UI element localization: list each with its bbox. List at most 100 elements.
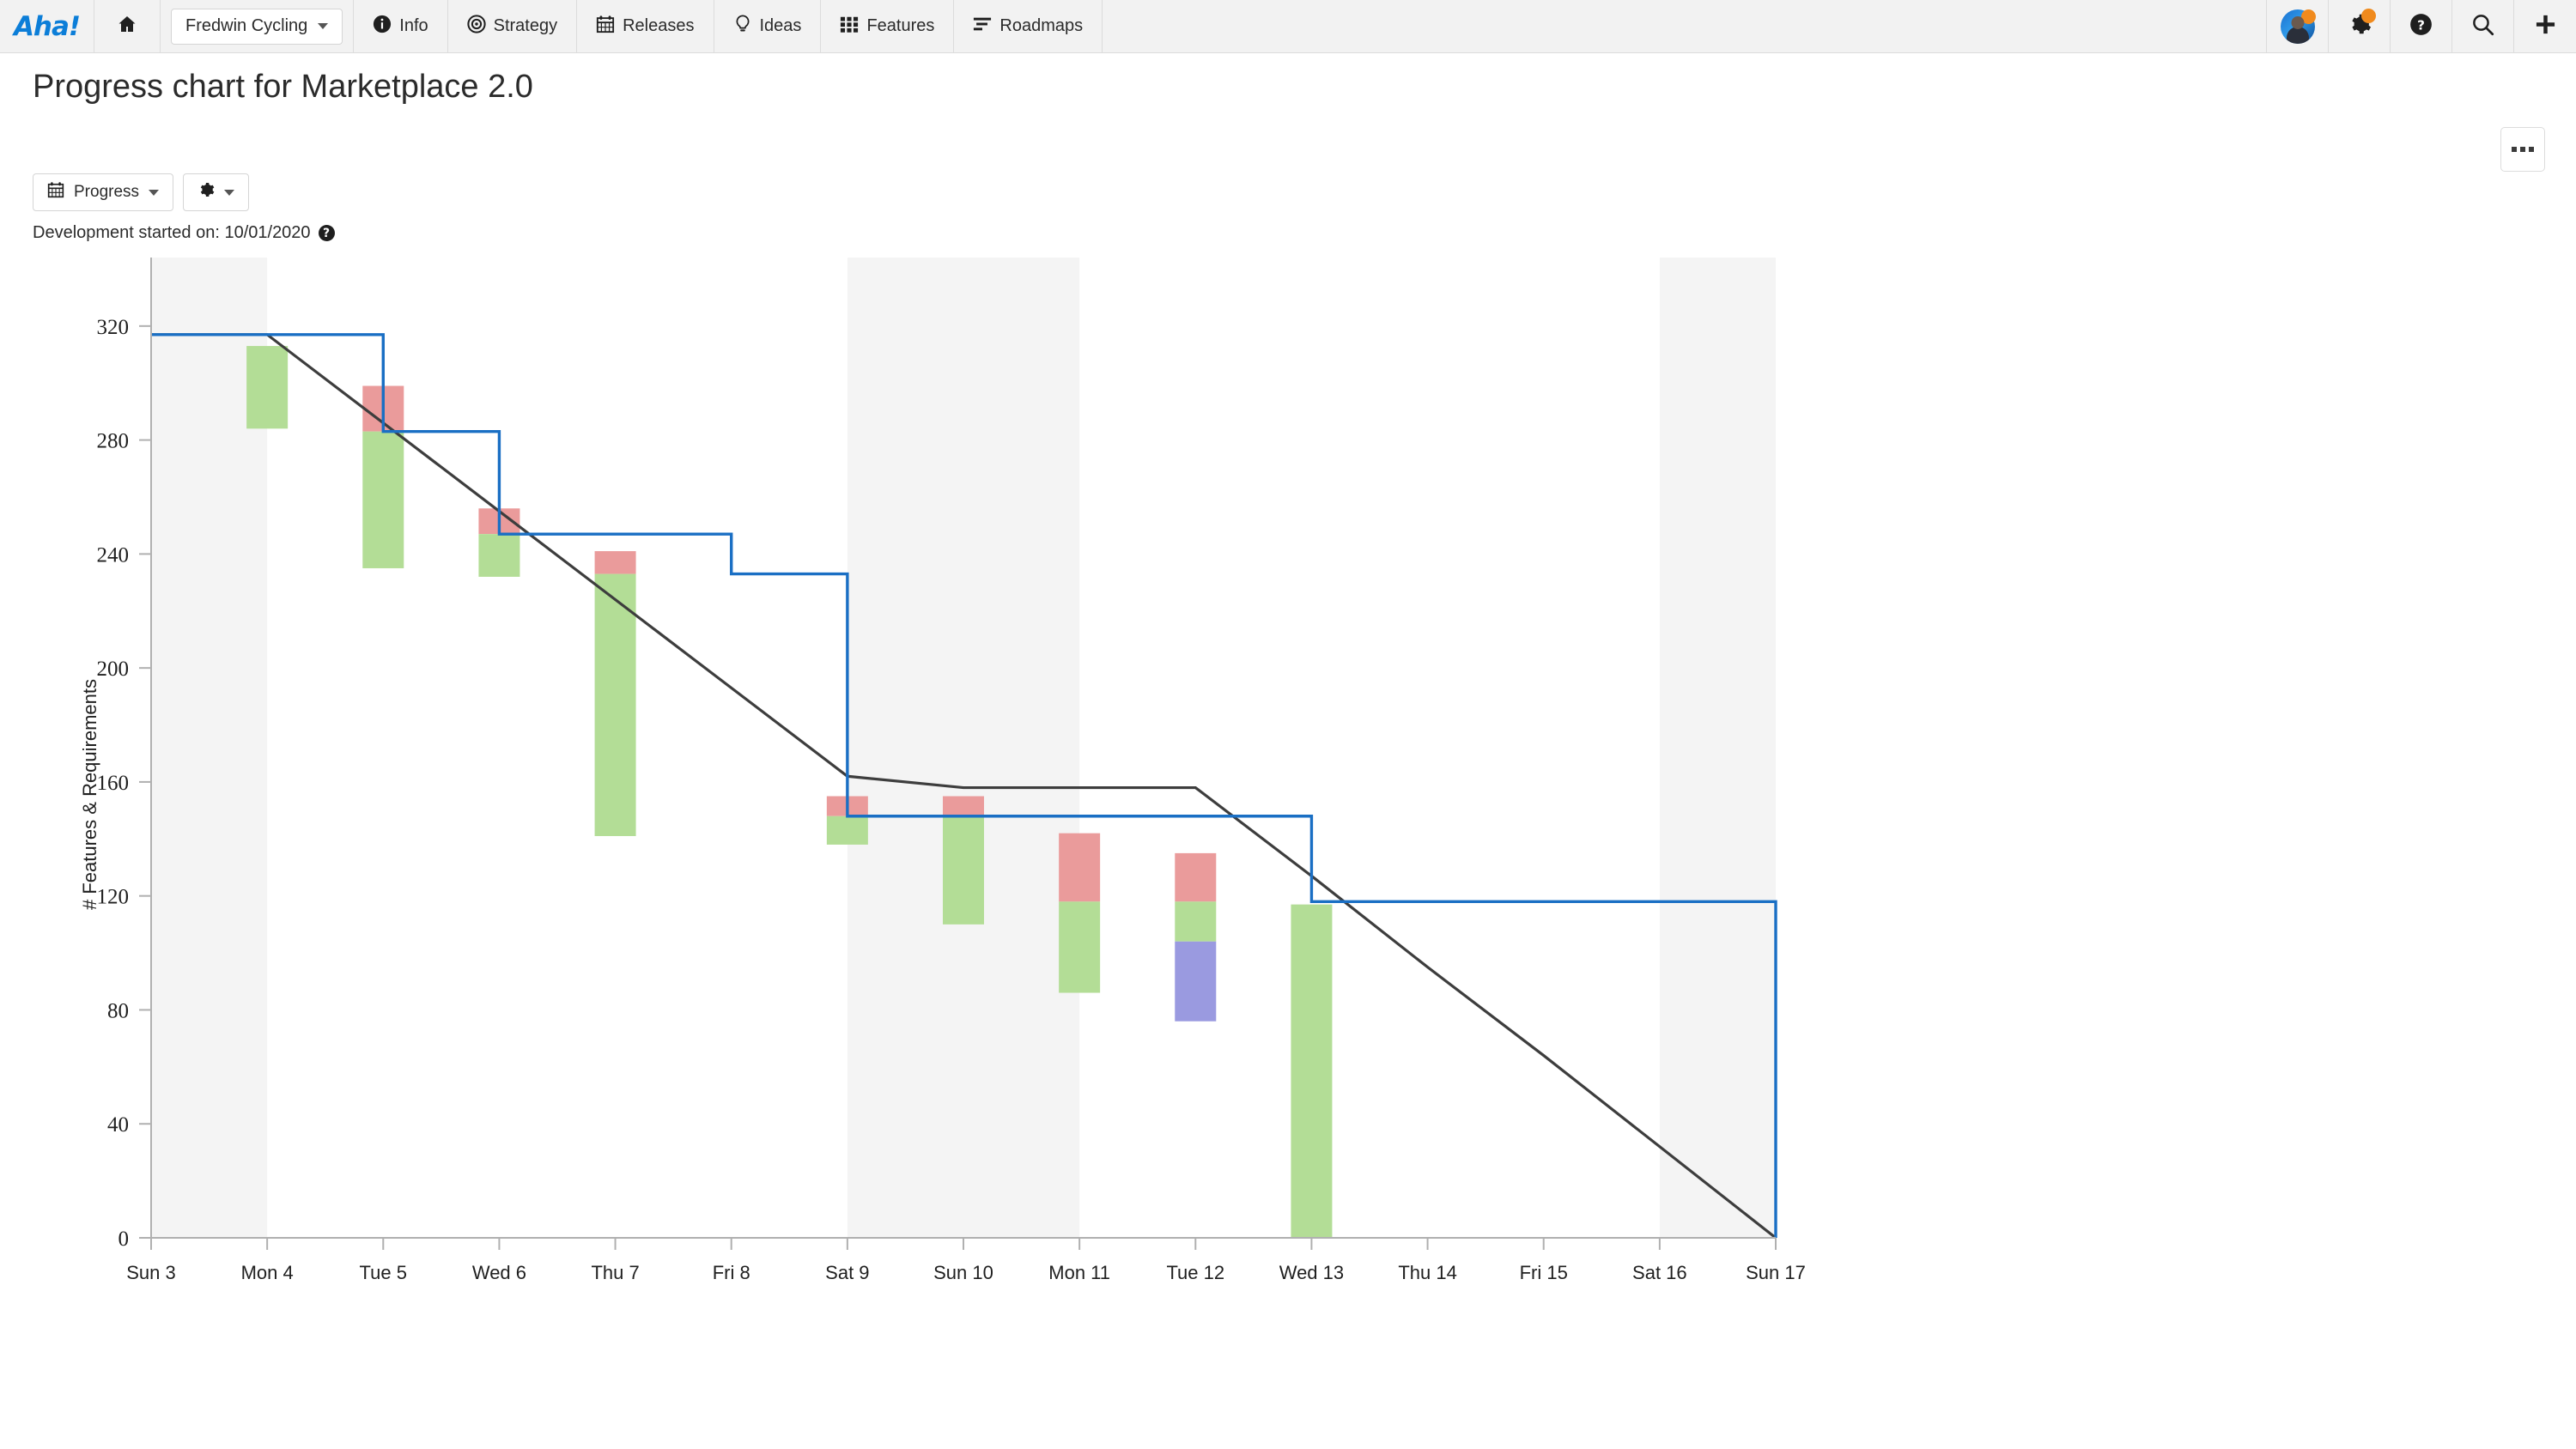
chart-bar-red[interactable] xyxy=(1175,852,1217,902)
x-axis-tick-label: Thu 7 xyxy=(591,1262,639,1283)
chart-bar-green[interactable] xyxy=(1059,901,1101,993)
more-actions-button[interactable] xyxy=(2500,127,2545,172)
x-axis-tick-label: Wed 13 xyxy=(1279,1262,1344,1283)
more-dot xyxy=(2512,147,2517,152)
x-axis-tick-label: Sat 16 xyxy=(1632,1262,1687,1283)
add-button[interactable] xyxy=(2514,0,2576,52)
nav-item-features[interactable]: Features xyxy=(821,0,955,52)
nav-item-info[interactable]: Info xyxy=(354,0,448,52)
x-axis-tick-label: Sun 10 xyxy=(933,1262,993,1283)
top-navigation-bar: Aha! Fredwin Cycling Info Strategy Relea… xyxy=(0,0,2576,53)
chart-bar-red[interactable] xyxy=(943,796,984,816)
chart-bar-red[interactable] xyxy=(594,551,636,574)
y-axis-tick-label: 0 xyxy=(118,1228,130,1251)
nav-spacer xyxy=(1103,0,2267,52)
project-selector-label: Fredwin Cycling xyxy=(185,16,308,35)
search-button[interactable] xyxy=(2452,0,2514,52)
more-dot xyxy=(2520,147,2525,152)
help-circle-icon[interactable]: ? xyxy=(318,225,335,241)
weekend-band xyxy=(847,258,1080,1238)
y-axis-tick-label: 120 xyxy=(97,886,130,909)
chevron-down-icon xyxy=(318,23,329,29)
aha-logo-text: Aha! xyxy=(13,10,81,42)
chart-bar-green[interactable] xyxy=(1175,901,1217,942)
roadmap-lines-icon xyxy=(973,15,992,39)
x-axis-tick-label: Sat 9 xyxy=(825,1262,869,1283)
lightbulb-icon xyxy=(733,15,752,39)
aha-logo[interactable]: Aha! xyxy=(0,0,94,52)
chart-bar-green[interactable] xyxy=(594,573,636,836)
x-axis-tick-label: Mon 4 xyxy=(241,1262,294,1283)
chart-bars-layer xyxy=(246,346,1333,1238)
nav-item-strategy[interactable]: Strategy xyxy=(448,0,578,52)
x-axis-tick-label: Tue 5 xyxy=(360,1262,407,1283)
search-icon xyxy=(2471,13,2494,40)
y-axis-tick-label: 80 xyxy=(107,999,129,1022)
chart-bar-green[interactable] xyxy=(1291,904,1333,1238)
chart-bar-green[interactable] xyxy=(246,346,289,429)
x-axis-tick-label: Sun 3 xyxy=(126,1262,176,1283)
y-axis-title: # Features & Requirements xyxy=(79,679,100,910)
x-axis-tick-labels: Sun 3 Mon 4 Tue 5 Wed 6 Thu 7 Fri 8 Sat 9 Sun 1… xyxy=(126,1262,1806,1283)
page-header: Progress chart for Marketplace 2.0 Progr… xyxy=(0,53,2576,211)
chart-toolbar: Progress xyxy=(33,173,250,211)
nav-item-roadmaps[interactable]: Roadmaps xyxy=(954,0,1103,52)
weekend-band xyxy=(1659,258,1776,1238)
y-axis-tick-label: 40 xyxy=(107,1113,129,1137)
progress-chart: 0 40 80 120 160 200 240 280 320 Sun 3 Mon 4 Tue 5 W… xyxy=(0,258,2576,1331)
calendar-icon xyxy=(596,15,615,39)
project-selector-pill[interactable]: Fredwin Cycling xyxy=(171,8,343,45)
more-dot xyxy=(2529,147,2534,152)
development-started-note: Development started on: 10/01/2020 ? xyxy=(33,223,335,243)
settings-notification-badge xyxy=(2361,9,2376,23)
nav-item-roadmaps-label: Roadmaps xyxy=(999,16,1084,35)
nav-item-ideas[interactable]: Ideas xyxy=(714,0,822,52)
y-axis-tick-label: 320 xyxy=(97,316,130,339)
y-axis-tick-label: 240 xyxy=(97,543,130,567)
page-title: Progress chart for Marketplace 2.0 xyxy=(33,69,533,105)
calendar-icon xyxy=(47,181,64,203)
chart-bar-green[interactable] xyxy=(478,534,520,577)
target-icon xyxy=(466,14,486,39)
y-axis-tick-label: 160 xyxy=(97,772,130,795)
nav-item-strategy-label: Strategy xyxy=(493,16,558,35)
development-started-label: Development started on: 10/01/2020 xyxy=(33,223,311,242)
chart-bar-green[interactable] xyxy=(826,815,868,845)
chevron-down-icon xyxy=(224,189,235,196)
chart-settings-button[interactable] xyxy=(183,173,250,211)
x-axis-tick-label: Thu 14 xyxy=(1398,1262,1457,1283)
nav-item-info-label: Info xyxy=(399,16,428,35)
nav-item-ideas-label: Ideas xyxy=(759,16,802,35)
x-axis-tick-label: Tue 12 xyxy=(1166,1262,1224,1283)
y-axis-tick-labels: 0 40 80 120 160 200 240 280 320 xyxy=(97,316,130,1251)
x-axis-tick-label: Wed 6 xyxy=(472,1262,526,1283)
chart-bar-purple[interactable] xyxy=(1175,941,1217,1022)
user-avatar-button[interactable] xyxy=(2267,0,2329,52)
help-icon: ? xyxy=(2409,13,2433,40)
y-axis-tick-label: 200 xyxy=(97,658,130,681)
progress-chart-svg: 0 40 80 120 160 200 240 280 320 Sun 3 Mon 4 Tue 5 W… xyxy=(79,258,1806,1283)
chevron-down-icon xyxy=(149,189,160,196)
x-axis-tick-label: Fri 8 xyxy=(713,1262,750,1283)
y-axis-tick-label: 280 xyxy=(97,430,130,453)
x-axis-tick-label: Mon 11 xyxy=(1048,1262,1110,1283)
project-selector[interactable]: Fredwin Cycling xyxy=(161,0,355,52)
svg-text:?: ? xyxy=(2417,17,2425,33)
chart-bar-red[interactable] xyxy=(1059,833,1101,902)
nav-item-releases[interactable]: Releases xyxy=(577,0,714,52)
x-axis-tick-label: Sun 17 xyxy=(1746,1262,1806,1283)
info-circle-icon xyxy=(373,15,392,39)
nav-home-button[interactable] xyxy=(94,0,161,52)
grid-icon xyxy=(840,15,859,39)
chart-bar-green[interactable] xyxy=(943,815,984,925)
view-selector-button[interactable]: Progress xyxy=(33,173,174,211)
x-axis-tick-label: Fri 15 xyxy=(1520,1262,1568,1283)
chart-bar-green[interactable] xyxy=(362,431,404,568)
home-icon xyxy=(117,14,137,39)
nav-item-releases-label: Releases xyxy=(623,16,695,35)
view-selector-label: Progress xyxy=(74,183,140,201)
plus-icon xyxy=(2534,13,2557,40)
gear-icon xyxy=(197,181,215,203)
help-button[interactable]: ? xyxy=(2391,0,2452,52)
settings-button[interactable] xyxy=(2329,0,2391,52)
